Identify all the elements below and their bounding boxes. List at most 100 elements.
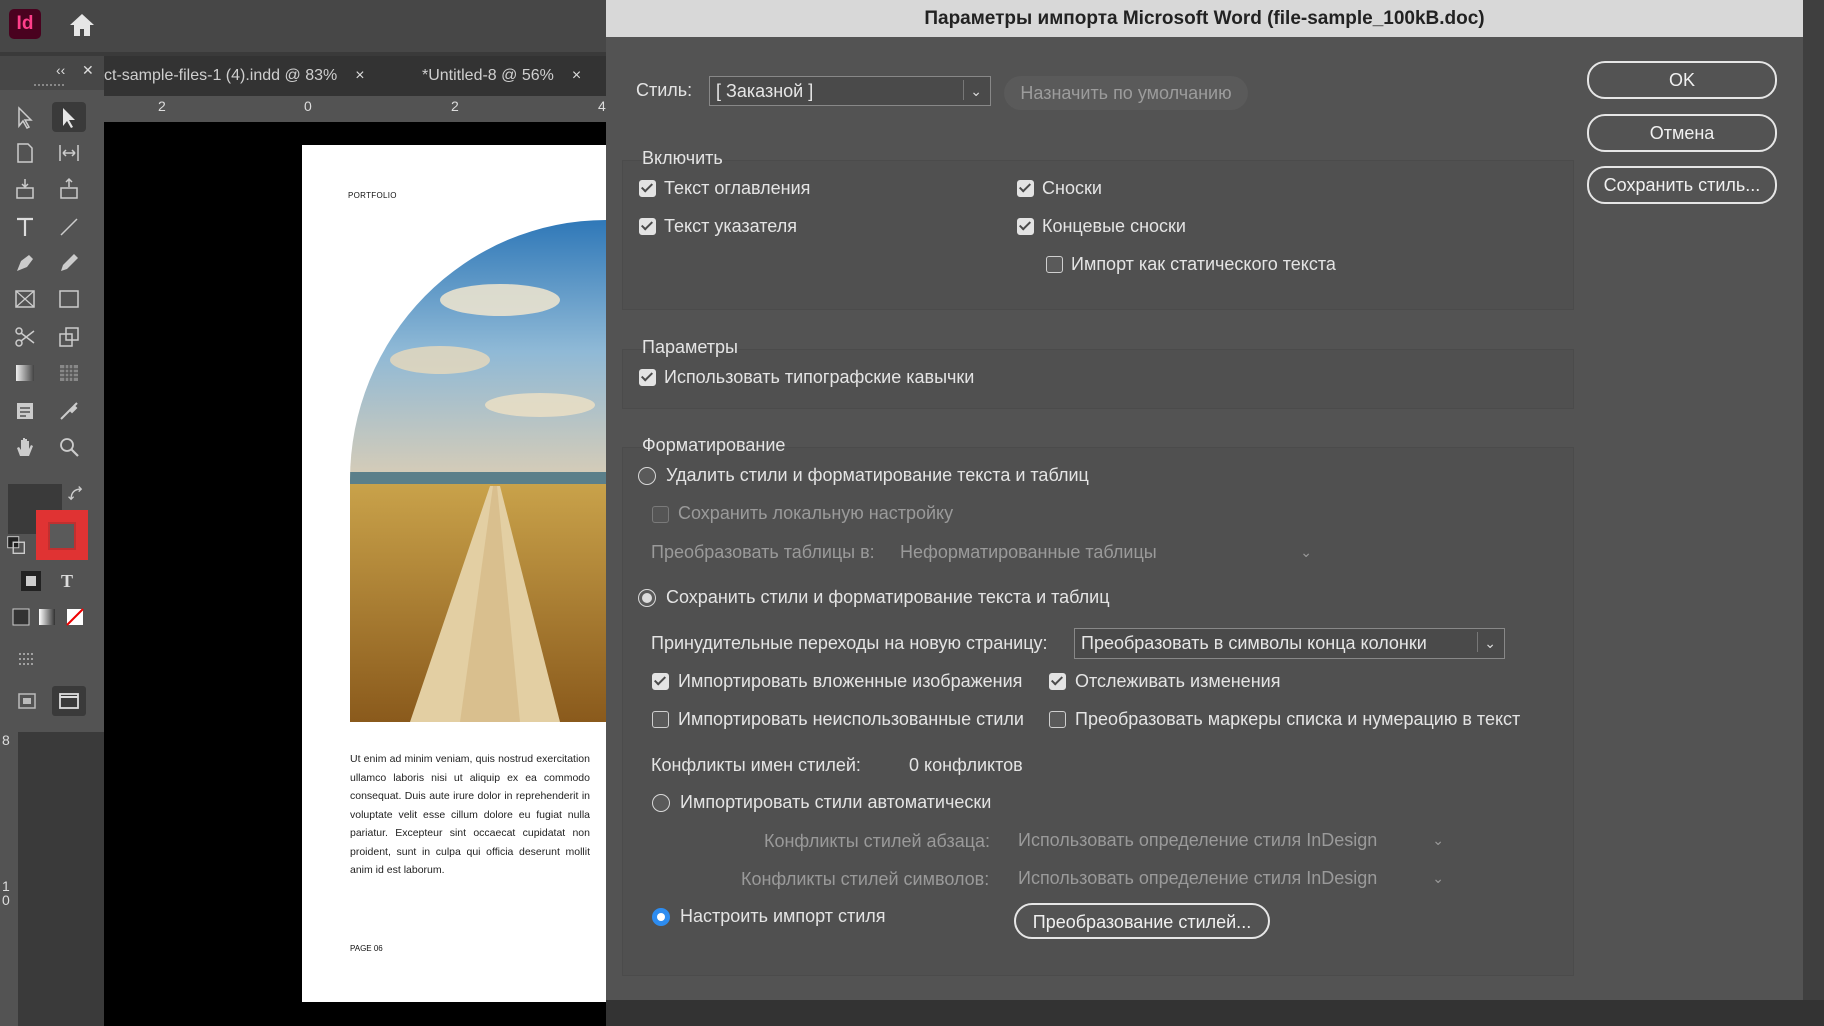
content-collector-icon[interactable] (8, 174, 42, 204)
tools-panel: ‹‹ ✕ T (0, 56, 104, 732)
preview-view-icon[interactable] (52, 686, 86, 716)
page-footer-text: PAGE 06 (350, 944, 383, 953)
ruler-number: 0 (304, 98, 312, 114)
chevron-down-icon: ⌄ (1432, 870, 1444, 886)
static-text-checkbox[interactable] (1046, 256, 1063, 273)
endnotes-checkbox[interactable] (1017, 218, 1034, 235)
screen-mode-icon[interactable] (10, 644, 44, 674)
preserve-styles-radio[interactable] (638, 589, 656, 607)
formatting-text-icon[interactable]: T (50, 566, 84, 596)
style-preset-select[interactable]: [ Заказной ] ⌄ (709, 76, 991, 106)
type-tool-icon[interactable] (8, 212, 42, 242)
normal-view-icon[interactable] (10, 686, 44, 716)
tab-label: ct-sample-files-1 (4).indd @ 83% (104, 67, 338, 84)
document-tabs: ct-sample-files-1 (4).indd @ 83% × *Untit… (104, 56, 606, 96)
convert-tables-select[interactable]: Неформатированные таблицы ⌄ (894, 538, 1320, 566)
note-tool-icon[interactable] (8, 396, 42, 426)
chevron-down-icon: ⌄ (970, 83, 982, 99)
index-text-checkbox[interactable] (639, 218, 656, 235)
eyedropper-tool-icon[interactable] (52, 396, 86, 426)
gap-tool-icon[interactable] (52, 138, 86, 168)
paragraph-conflicts-label: Конфликты стилей абзаца: (764, 831, 991, 851)
close-icon[interactable]: × (572, 67, 581, 84)
indesign-logo: Id (9, 9, 41, 39)
ruler-number: 0 (2, 892, 10, 908)
auto-import-label: Импортировать стили автоматически (680, 792, 992, 812)
app-bar: Id (0, 0, 606, 52)
formatting-container-icon[interactable] (14, 566, 48, 596)
auto-import-radio[interactable] (652, 794, 670, 812)
convert-tables-label: Преобразовать таблицы в: (651, 542, 875, 562)
collapse-icon[interactable]: ‹‹ (56, 62, 65, 78)
swap-colors-icon[interactable] (66, 480, 88, 510)
ruler-number: 8 (2, 732, 10, 748)
preserve-local-checkbox[interactable] (652, 506, 669, 523)
dialog-title: Параметры импорта Microsoft Word (file-s… (606, 0, 1803, 37)
ruler-number: 4 (598, 98, 606, 114)
default-colors-icon[interactable] (4, 530, 28, 560)
page-tool-icon[interactable] (8, 138, 42, 168)
import-inline-graphics-checkbox[interactable] (652, 673, 669, 690)
pencil-tool-icon[interactable] (52, 248, 86, 278)
import-inline-graphics-label: Импортировать вложенные изображения (678, 671, 1023, 691)
formatting-heading: Форматирование (642, 435, 786, 455)
pen-tool-icon[interactable] (8, 248, 42, 278)
line-tool-icon[interactable] (52, 212, 86, 242)
home-icon[interactable] (66, 10, 98, 40)
zoom-tool-icon[interactable] (52, 432, 86, 462)
toc-text-label: Текст оглавления (664, 178, 811, 198)
page-body-text: Ut enim ad minim veniam, quis nostrud ex… (350, 753, 590, 876)
page-header-text: PORTFOLIO (348, 191, 397, 200)
import-unused-styles-checkbox[interactable] (652, 711, 669, 728)
track-changes-checkbox[interactable] (1049, 673, 1066, 690)
content-placer-icon[interactable] (52, 174, 86, 204)
tab-document-1[interactable]: ct-sample-files-1 (4).indd @ 83% × (104, 56, 365, 96)
ok-button[interactable]: OK (1587, 61, 1777, 99)
cancel-button[interactable]: Отмена (1587, 114, 1777, 152)
footnotes-checkbox[interactable] (1017, 180, 1034, 197)
remove-styles-label: Удалить стили и форматирование текста и … (666, 465, 1089, 485)
ruler-number: 2 (451, 98, 459, 114)
rectangle-tool-icon[interactable] (52, 284, 86, 314)
gradient-feather-tool-icon[interactable] (52, 358, 86, 388)
save-style-button[interactable]: Сохранить стиль... (1587, 166, 1777, 204)
close-icon[interactable]: ✕ (82, 62, 94, 79)
stroke-swatch[interactable] (36, 510, 88, 560)
direct-selection-tool-icon[interactable] (52, 102, 86, 132)
customize-import-radio[interactable] (652, 908, 670, 926)
hand-tool-icon[interactable] (8, 432, 42, 462)
import-unused-styles-label: Импортировать неиспользованные стили (678, 709, 1024, 729)
character-conflicts-label: Конфликты стилей символов: (741, 869, 990, 889)
customize-import-label: Настроить импорт стиля (680, 906, 886, 926)
selection-tool-icon[interactable] (8, 102, 42, 132)
convert-bullets-checkbox[interactable] (1049, 711, 1066, 728)
convert-tables-value: Неформатированные таблицы (900, 542, 1157, 562)
rectangle-frame-tool-icon[interactable] (8, 284, 42, 314)
typographer-quotes-label: Использовать типографские кавычки (664, 367, 975, 387)
select-divider (963, 80, 964, 100)
select-divider (1477, 632, 1478, 652)
panel-grip[interactable] (34, 84, 64, 90)
chevron-down-icon: ⌄ (1484, 635, 1496, 651)
close-icon[interactable]: × (355, 67, 364, 84)
name-conflicts-value: 0 конфликтов (909, 755, 1023, 775)
character-conflicts-select[interactable]: Использовать определение стиля InDesign … (1012, 864, 1452, 892)
toc-text-checkbox[interactable] (639, 180, 656, 197)
word-import-options-dialog: Параметры импорта Microsoft Word (file-s… (606, 0, 1803, 1000)
typographer-quotes-checkbox[interactable] (639, 369, 656, 386)
chevron-down-icon: ⌄ (1300, 544, 1312, 560)
preserve-styles-label: Сохранить стили и форматирование текста … (666, 587, 1110, 607)
style-mapping-button[interactable]: Преобразование стилей... (1014, 903, 1270, 939)
page-breaks-select[interactable]: Преобразовать в символы конца колонки ⌄ (1074, 628, 1505, 659)
scissors-tool-icon[interactable] (8, 322, 42, 352)
index-text-label: Текст указателя (664, 216, 797, 236)
ruler-number: 2 (158, 98, 166, 114)
set-default-button[interactable]: Назначить по умолчанию (1004, 76, 1248, 110)
remove-styles-radio[interactable] (638, 467, 656, 485)
footnotes-label: Сноски (1042, 178, 1102, 198)
apply-none-icon[interactable] (58, 602, 92, 632)
paragraph-conflicts-select[interactable]: Использовать определение стиля InDesign … (1012, 826, 1452, 854)
free-transform-tool-icon[interactable] (52, 322, 86, 352)
gradient-swatch-tool-icon[interactable] (8, 358, 42, 388)
tab-document-2[interactable]: *Untitled-8 @ 56% × (422, 56, 581, 96)
